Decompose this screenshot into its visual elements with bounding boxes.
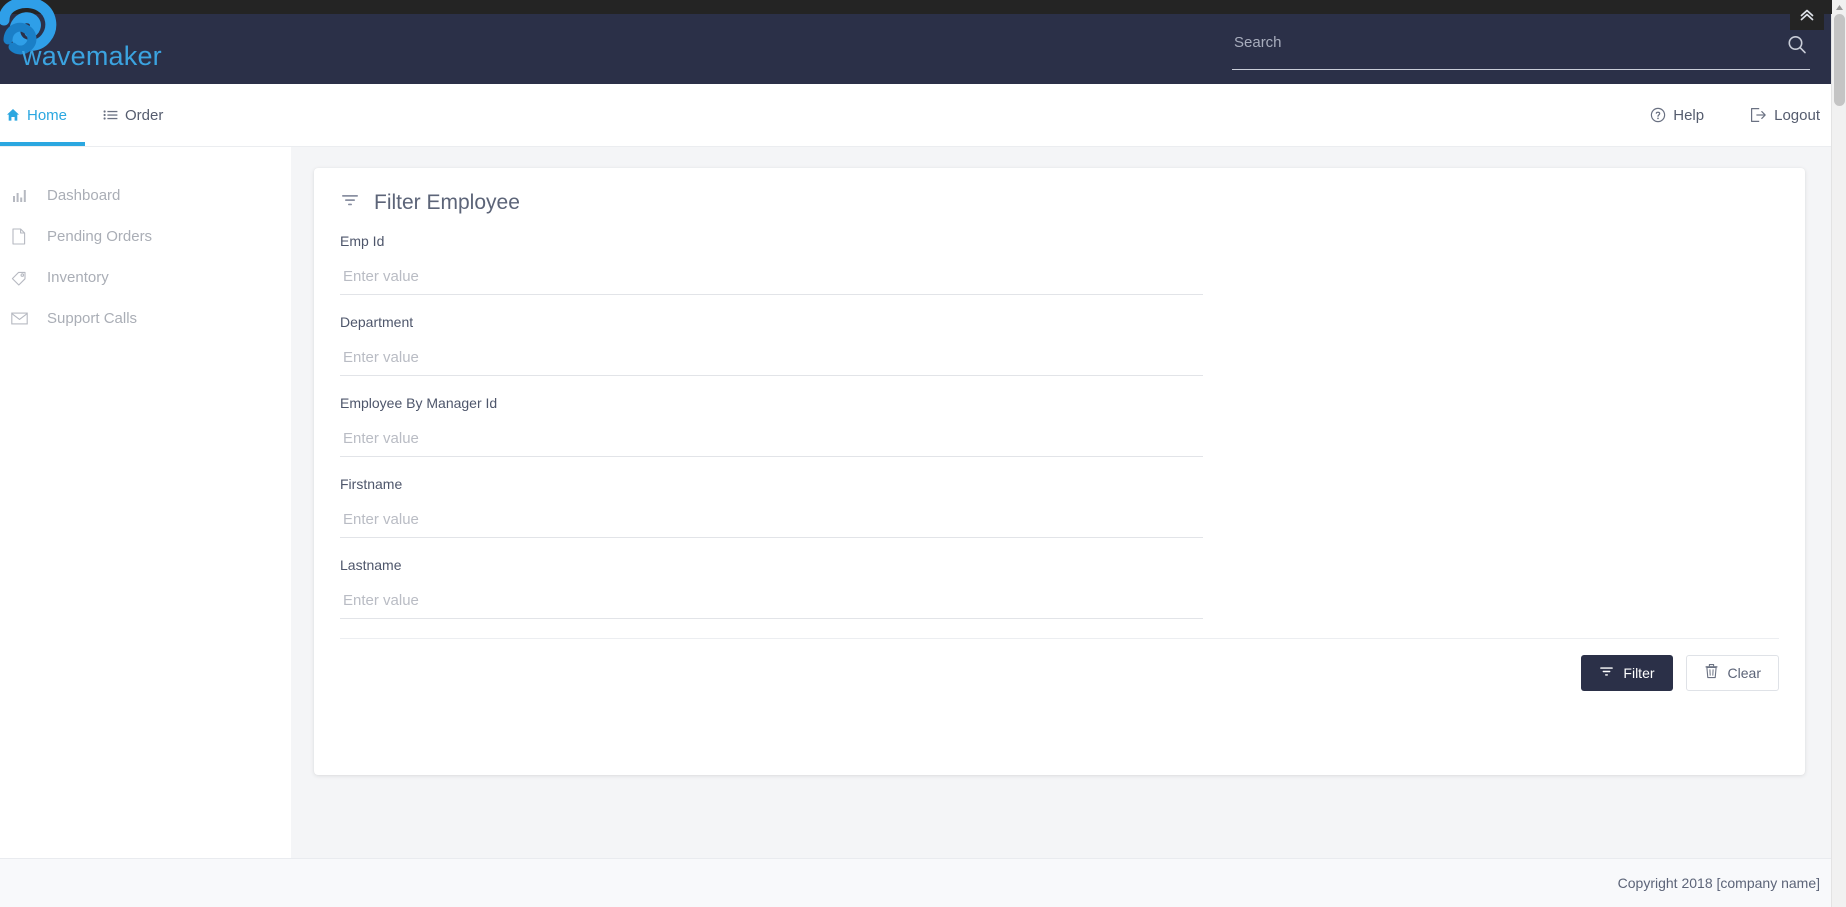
field-lastname-input[interactable] (340, 592, 1203, 619)
field-department-label: Department (340, 314, 1204, 330)
sidebar-item-support-calls-label: Support Calls (47, 310, 137, 327)
filter-form: Emp Id Department Employee By Manager Id… (314, 229, 1805, 619)
file-icon (8, 228, 30, 245)
nav-item-order-label: Order (125, 107, 163, 124)
card-title: Filter Employee (374, 191, 520, 215)
nav-item-order[interactable]: Order (85, 84, 181, 146)
sidebar-item-pending-orders[interactable]: Pending Orders (0, 216, 291, 257)
sidebar-item-support-calls[interactable]: Support Calls (0, 298, 291, 339)
filter-icon (340, 190, 360, 215)
application-window: wavemaker Home (0, 0, 1846, 907)
copyright-text: Copyright 2018 [company name] (1618, 875, 1820, 891)
logout-button[interactable]: Logout (1738, 107, 1832, 124)
filter-button-label: Filter (1623, 665, 1654, 681)
help-label: Help (1673, 107, 1704, 124)
field-department: Department (314, 314, 1204, 376)
top-strip (0, 0, 1846, 14)
sidebar-item-inventory-label: Inventory (47, 269, 109, 286)
filter-button[interactable]: Filter (1581, 655, 1672, 691)
page-footer: Copyright 2018 [company name] (0, 858, 1846, 907)
content-area: Filter Employee Emp Id Department Employ… (291, 147, 1846, 858)
field-employee-by-manager-id: Employee By Manager Id (314, 395, 1204, 457)
clear-button[interactable]: Clear (1686, 655, 1779, 691)
help-button[interactable]: Help (1638, 107, 1716, 124)
main-navbar: Home Order (0, 84, 1846, 147)
navbar-items: Home Order (0, 84, 181, 146)
field-emp-id-input[interactable] (340, 268, 1203, 295)
card-header: Filter Employee (314, 168, 1805, 229)
search-box[interactable] (1232, 28, 1810, 70)
field-firstname: Firstname (314, 476, 1204, 538)
sidebar-item-inventory[interactable]: Inventory (0, 257, 291, 298)
field-firstname-label: Firstname (340, 476, 1204, 492)
field-employee-by-manager-id-label: Employee By Manager Id (340, 395, 1204, 411)
collapse-header-button[interactable] (1790, 0, 1824, 30)
chevron-double-up-icon (1798, 6, 1816, 24)
home-icon (6, 108, 20, 122)
field-lastname: Lastname (314, 557, 1204, 619)
tag-icon (8, 270, 30, 286)
nav-item-home-label: Home (27, 107, 67, 124)
question-circle-icon (1650, 107, 1666, 123)
field-emp-id: Emp Id (314, 233, 1204, 295)
list-icon (103, 108, 118, 122)
card-footer-actions: Filter Clear (340, 638, 1779, 706)
filter-button-icon (1599, 664, 1614, 682)
field-emp-id-label: Emp Id (340, 233, 1204, 249)
scrollbar-up-arrow[interactable] (1832, 0, 1846, 14)
filter-employee-card: Filter Employee Emp Id Department Employ… (314, 168, 1805, 775)
brand-logo[interactable]: wavemaker (0, 0, 200, 84)
field-lastname-label: Lastname (340, 557, 1204, 573)
sidebar-item-dashboard[interactable]: Dashboard (0, 175, 291, 216)
vertical-scrollbar[interactable] (1831, 14, 1846, 907)
clear-button-label: Clear (1728, 665, 1761, 681)
search-input[interactable] (1232, 28, 1752, 51)
search-icon[interactable] (1786, 34, 1808, 61)
page-body: Dashboard Pending Orders (0, 147, 1846, 858)
brand-name: wavemaker (22, 41, 162, 72)
envelope-icon (8, 312, 30, 325)
scrollbar-thumb[interactable] (1834, 14, 1845, 106)
nav-item-home[interactable]: Home (0, 84, 85, 146)
sidebar: Dashboard Pending Orders (0, 147, 291, 858)
field-firstname-input[interactable] (340, 511, 1203, 538)
navbar-actions: Help Logout (1638, 84, 1832, 146)
sidebar-item-dashboard-label: Dashboard (47, 187, 120, 204)
bar-chart-icon (8, 188, 30, 203)
trash-icon (1704, 663, 1719, 682)
sign-out-icon (1750, 107, 1767, 123)
sidebar-item-pending-orders-label: Pending Orders (47, 228, 152, 245)
field-employee-by-manager-id-input[interactable] (340, 430, 1203, 457)
logout-label: Logout (1774, 107, 1820, 124)
app-header: wavemaker (0, 14, 1846, 84)
field-department-input[interactable] (340, 349, 1203, 376)
